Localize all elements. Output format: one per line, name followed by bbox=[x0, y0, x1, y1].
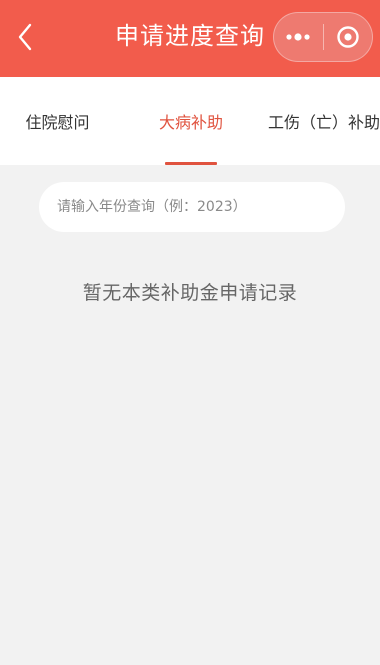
mini-program-capsule bbox=[273, 12, 373, 62]
year-search-box bbox=[39, 182, 345, 232]
year-search-input[interactable] bbox=[39, 182, 345, 232]
category-tabs: 住院慰问 大病补助 工伤（亡）补助 bbox=[0, 77, 380, 165]
empty-state-message: 暂无本类补助金申请记录 bbox=[82, 282, 298, 304]
tab-serious-illness-aid[interactable]: 大病补助 bbox=[130, 77, 252, 165]
close-button[interactable] bbox=[323, 13, 372, 61]
tab-hospital-visit[interactable]: 住院慰问 bbox=[0, 77, 115, 165]
more-dots-icon bbox=[286, 33, 310, 41]
target-icon bbox=[337, 26, 359, 48]
tab-work-injury-aid[interactable]: 工伤（亡）补助 bbox=[268, 77, 380, 165]
top-nav-bar: 申请进度查询 bbox=[0, 0, 380, 77]
more-button[interactable] bbox=[274, 13, 323, 61]
active-tab-indicator bbox=[165, 162, 217, 165]
